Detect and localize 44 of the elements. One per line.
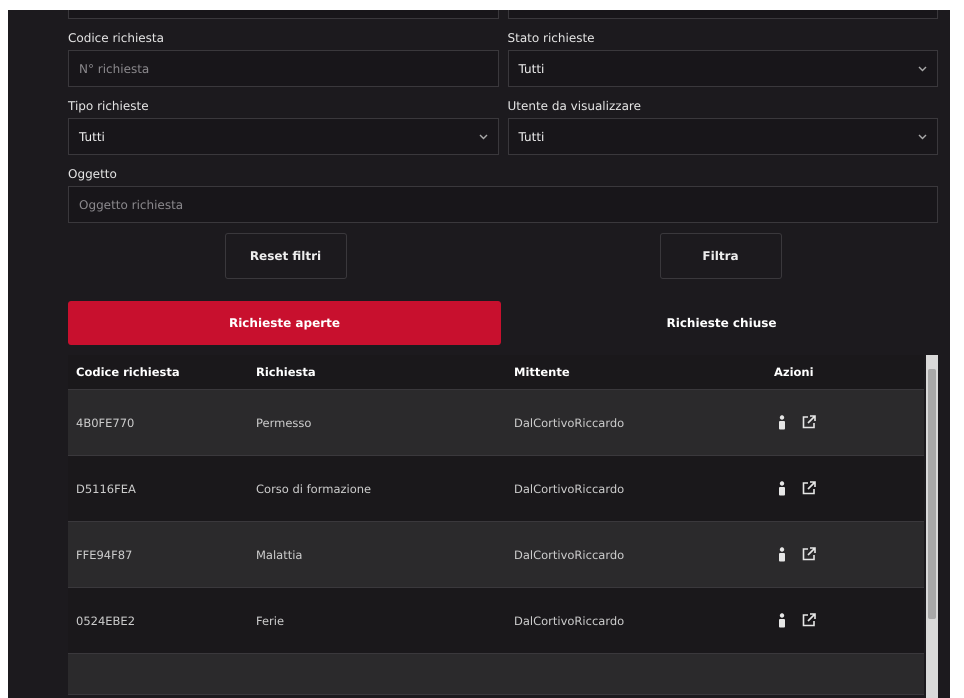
table-cell-text: FFE94F87: [76, 548, 134, 562]
info-icon[interactable]: [778, 480, 786, 496]
column-header: Richiesta: [256, 365, 317, 379]
field-label: Codice richiesta: [68, 31, 165, 45]
field-label: Oggetto: [68, 167, 118, 181]
column-header: Azioni: [774, 365, 815, 379]
field-label: Stato richieste: [508, 31, 596, 45]
table-cell-text: DalCortivoRiccardo: [514, 416, 626, 430]
field-label: Tipo richieste: [68, 99, 150, 113]
column-header: Mittente: [514, 365, 571, 379]
table-cell-text: DalCortivoRiccardo: [514, 548, 626, 562]
scrollbar[interactable]: [926, 355, 938, 698]
select-field[interactable]: Tutti: [68, 118, 498, 155]
input-field[interactable]: N° richiesta: [68, 50, 498, 87]
tab[interactable]: Richieste chiuse: [505, 301, 938, 345]
reset-button[interactable]: Reset filtri: [224, 233, 346, 279]
tab[interactable]: Richieste aperte: [68, 301, 501, 345]
input-field[interactable]: Oggetto richiesta: [68, 186, 938, 223]
table-cell-text: 0524EBE2: [76, 614, 136, 628]
filter-button[interactable]: Filtra: [660, 233, 782, 279]
external-link-icon[interactable]: [802, 612, 816, 626]
chevron-down-icon: [918, 66, 927, 72]
info-icon[interactable]: [778, 414, 786, 430]
external-link-icon[interactable]: [802, 414, 816, 428]
table-cell-text: Malattia: [256, 548, 304, 562]
table-cell-text: DalCortivoRiccardo: [514, 614, 626, 628]
field-label: Utente da visualizzare: [508, 99, 642, 113]
external-link-icon[interactable]: [802, 480, 816, 494]
table-cell-text: Ferie: [256, 614, 286, 628]
select-field[interactable]: Tutti: [508, 118, 938, 155]
column-header: Codice richiesta: [76, 365, 181, 379]
info-icon[interactable]: [778, 546, 786, 562]
input-field[interactable]: [508, 10, 938, 19]
table-cell-text: 4B0FE770: [76, 416, 136, 430]
table-cell-text: D5116FEA: [76, 482, 137, 496]
table-cell-text: Corso di formazione: [256, 482, 372, 496]
chevron-down-icon: [478, 134, 488, 140]
select-field[interactable]: Tutti: [508, 50, 938, 87]
chevron-down-icon: [918, 134, 927, 140]
table-cell-text: Permesso: [256, 416, 312, 430]
external-link-icon[interactable]: [802, 546, 816, 560]
input-field[interactable]: [68, 10, 498, 19]
info-icon[interactable]: [778, 612, 786, 628]
table-cell-text: DalCortivoRiccardo: [514, 482, 626, 496]
